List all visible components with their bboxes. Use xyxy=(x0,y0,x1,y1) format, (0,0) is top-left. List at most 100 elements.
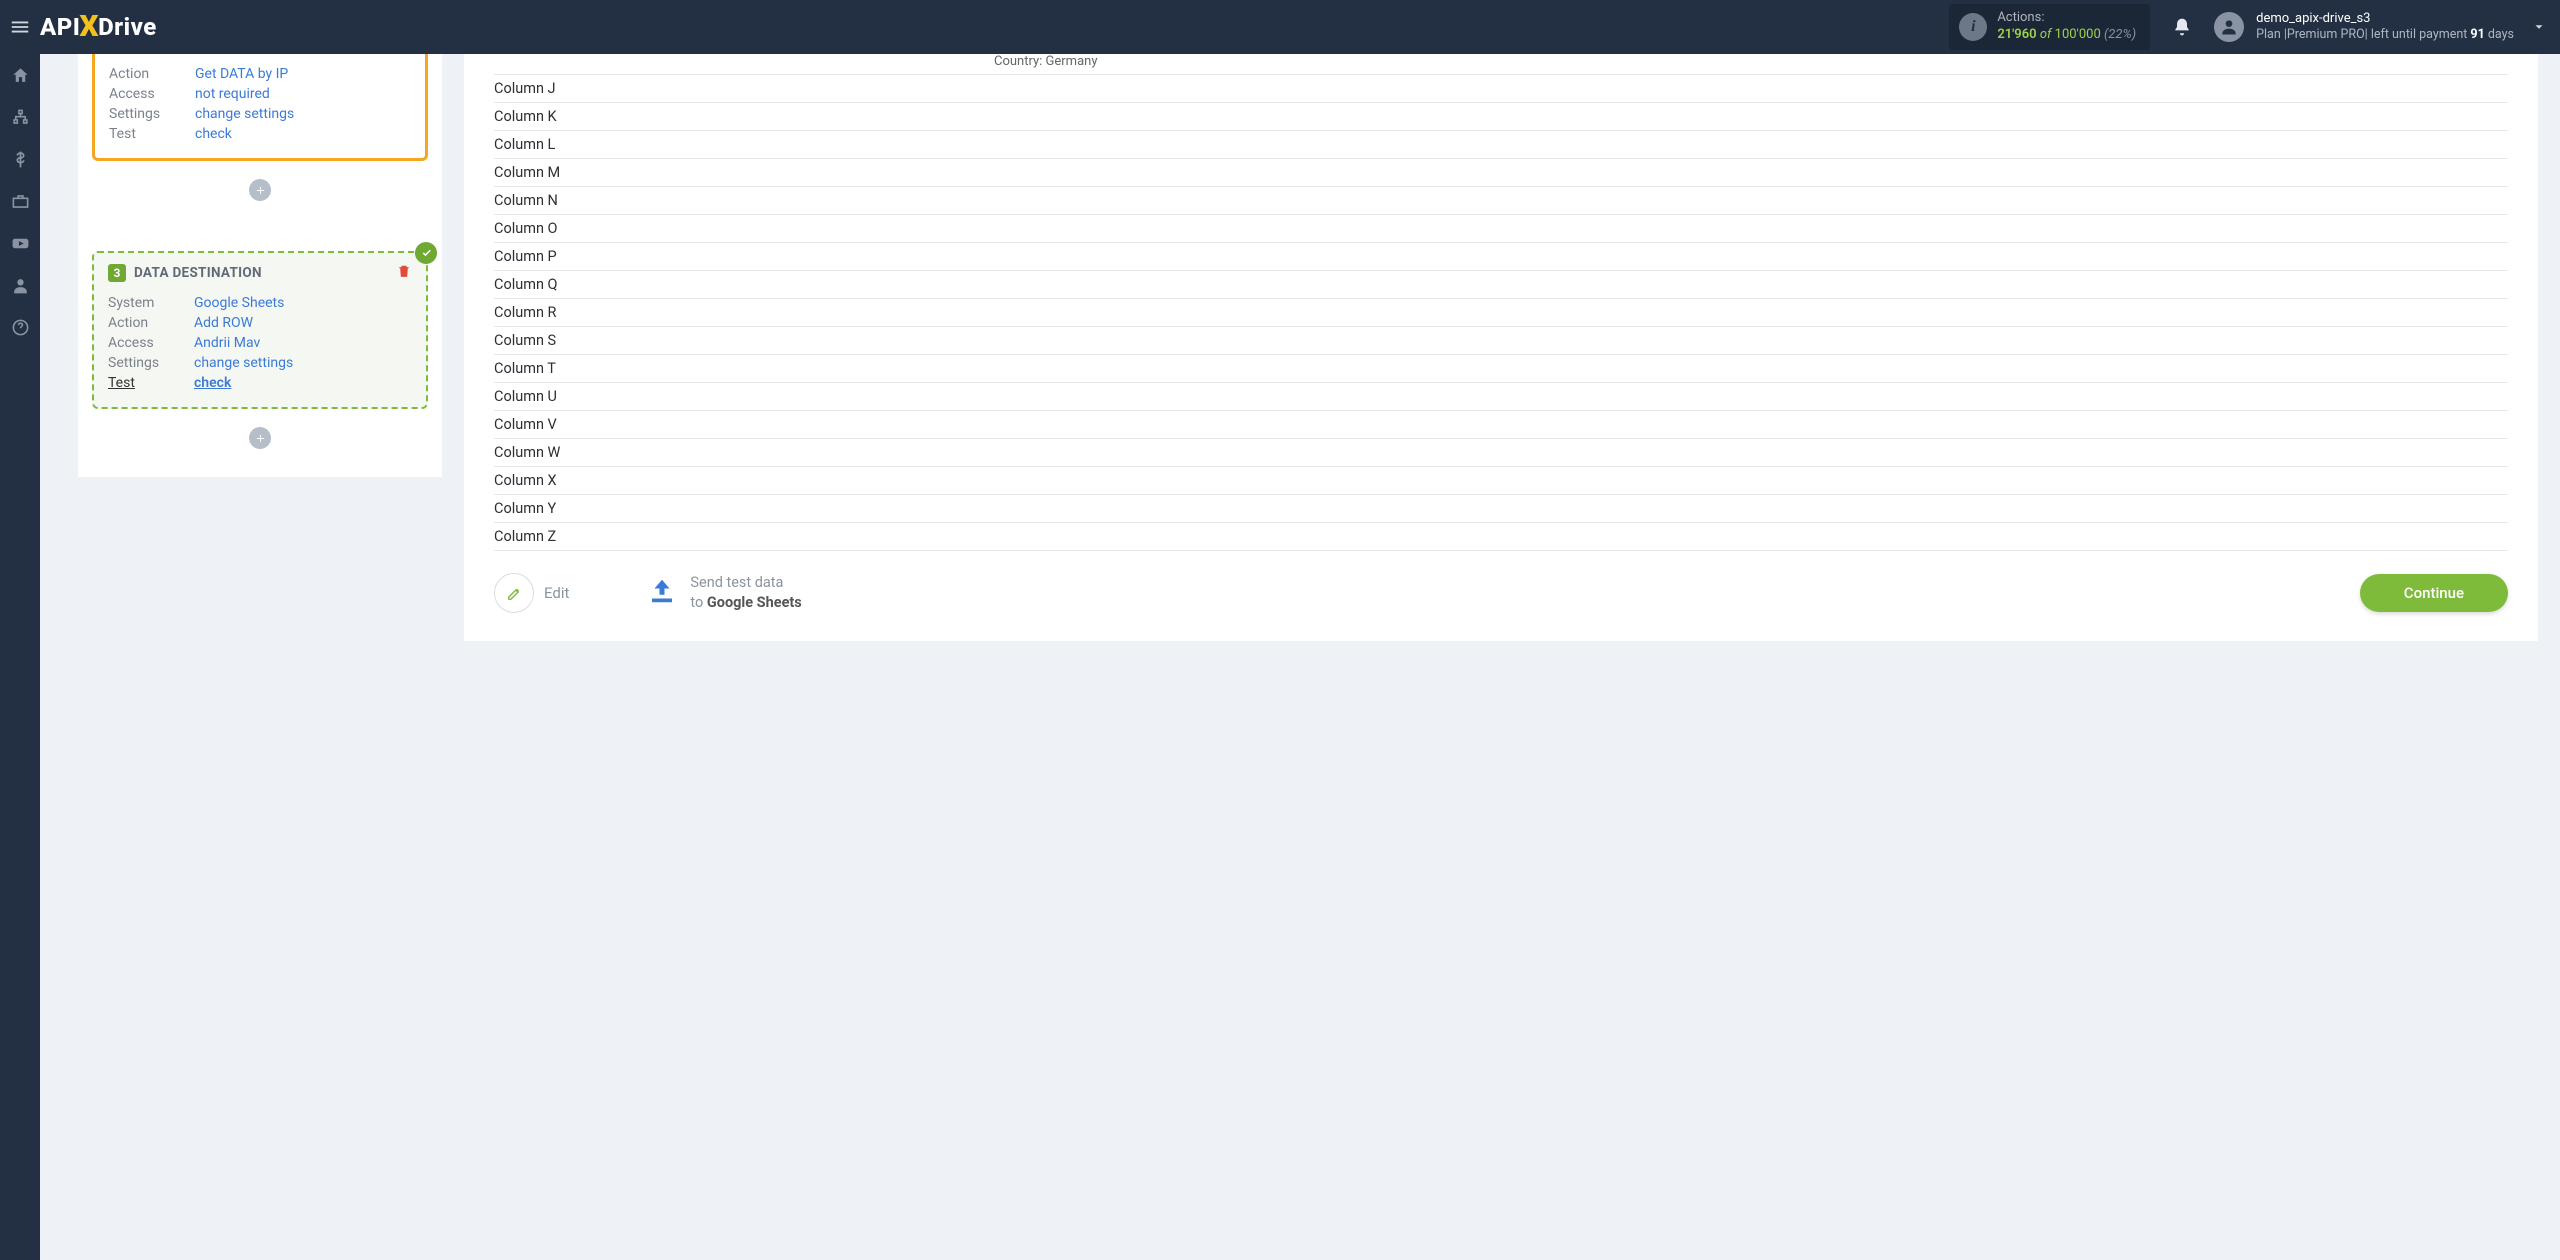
user-name: demo_apix-drive_s3 xyxy=(2256,10,2514,28)
user-plan: Plan |Premium PRO| left until payment 91… xyxy=(2256,27,2514,44)
column-label: Column V xyxy=(494,416,994,433)
table-row: Column J xyxy=(494,75,2508,103)
column-label: Column W xyxy=(494,444,994,461)
info-icon: i xyxy=(1959,13,1987,41)
help-icon xyxy=(11,318,30,337)
table-row: Column T xyxy=(494,355,2508,383)
actions-text: Actions: 21'960 of 100'000 (22%) xyxy=(1997,10,2136,44)
youtube-icon xyxy=(11,234,30,253)
plus-icon xyxy=(255,185,266,196)
column-label: Column L xyxy=(494,136,994,153)
hamburger-icon xyxy=(9,16,31,38)
notifications-icon[interactable] xyxy=(2172,17,2192,37)
table-row: Column Y xyxy=(494,495,2508,523)
table-row: Column S xyxy=(494,327,2508,355)
columns-table: Country: Germany Column J Column K Column … xyxy=(494,54,2508,551)
row-key: Test xyxy=(108,375,194,391)
column-label: Column Q xyxy=(494,276,994,293)
continue-button[interactable]: Continue xyxy=(2360,574,2508,612)
column-label: Column U xyxy=(494,388,994,405)
column-label: Column X xyxy=(494,472,994,489)
card-data-lookup: ActionGet DATA by IP Accessnot required … xyxy=(92,54,428,161)
row-link[interactable]: change settings xyxy=(194,355,293,371)
dollar-icon xyxy=(11,150,30,169)
plus-icon xyxy=(255,433,266,444)
table-row: Column L xyxy=(494,131,2508,159)
cell-value: Country: Germany xyxy=(994,54,1097,69)
edit-label: Edit xyxy=(544,584,569,602)
row-link[interactable]: not required xyxy=(195,86,270,102)
avatar-icon xyxy=(2214,12,2244,42)
table-row: Column N xyxy=(494,187,2508,215)
footer-actions: Edit Send test data to Google Sheets Con… xyxy=(494,573,2508,613)
table-row: Column P xyxy=(494,243,2508,271)
column-label: Column J xyxy=(494,80,994,97)
home-icon xyxy=(11,66,30,85)
delete-step-button[interactable] xyxy=(396,263,412,283)
step-number-badge: 3 xyxy=(108,264,126,282)
row-link[interactable]: check xyxy=(195,126,232,142)
table-row: Column V xyxy=(494,411,2508,439)
user-icon xyxy=(11,276,30,295)
rail-account[interactable] xyxy=(0,264,40,306)
logo-x-icon: X xyxy=(79,9,99,44)
logo-text-pre: API xyxy=(40,13,80,41)
edit-button[interactable]: Edit xyxy=(494,573,569,613)
chevron-down-icon[interactable] xyxy=(2532,20,2546,34)
column-label: Column K xyxy=(494,108,994,125)
row-link[interactable]: change settings xyxy=(195,106,294,122)
table-row: Column K xyxy=(494,103,2508,131)
row-link[interactable]: Andrii Mav xyxy=(194,335,260,351)
column-label: Column Z xyxy=(494,528,994,545)
table-row: Column W xyxy=(494,439,2508,467)
user-menu[interactable]: demo_apix-drive_s3 Plan |Premium PRO| le… xyxy=(2214,10,2532,44)
menu-toggle[interactable] xyxy=(0,16,40,38)
row-key: Settings xyxy=(108,355,194,371)
side-rail xyxy=(0,54,40,1260)
table-row: Column X xyxy=(494,467,2508,495)
row-link[interactable]: Google Sheets xyxy=(194,295,284,311)
rail-billing[interactable] xyxy=(0,138,40,180)
column-label: Column P xyxy=(494,248,994,265)
actions-used: 21'960 xyxy=(1997,27,2036,42)
row-key: Access xyxy=(108,335,194,351)
page-body: ActionGet DATA by IP Accessnot required … xyxy=(40,0,2560,641)
row-link[interactable]: Add ROW xyxy=(194,315,253,331)
column-label: Column M xyxy=(494,164,994,181)
app-logo[interactable]: API X Drive xyxy=(40,10,157,45)
briefcase-icon xyxy=(11,192,30,211)
row-link-active[interactable]: check xyxy=(194,375,231,391)
rail-help[interactable] xyxy=(0,306,40,348)
actions-label: Actions: xyxy=(1997,10,2136,27)
column-label: Column O xyxy=(494,220,994,237)
main-content: Country: Germany Column J Column K Column … xyxy=(464,54,2538,641)
send-test-button[interactable]: Send test data to Google Sheets xyxy=(647,573,801,612)
table-row: Column O xyxy=(494,215,2508,243)
upload-icon xyxy=(647,576,677,610)
rail-home[interactable] xyxy=(0,54,40,96)
logo-text-post: Drive xyxy=(98,13,157,41)
user-text: demo_apix-drive_s3 Plan |Premium PRO| le… xyxy=(2256,10,2514,44)
rail-projects[interactable] xyxy=(0,180,40,222)
actions-of: of xyxy=(2040,27,2052,42)
column-label: Column S xyxy=(494,332,994,349)
workflow-panel: ActionGet DATA by IP Accessnot required … xyxy=(78,54,442,477)
app-header: API X Drive i Actions: 21'960 of 100'000… xyxy=(0,0,2560,54)
row-key: Action xyxy=(109,66,195,82)
add-step-button[interactable] xyxy=(249,179,271,201)
row-link[interactable]: Get DATA by IP xyxy=(195,66,288,82)
add-step-button[interactable] xyxy=(249,427,271,449)
row-key: Settings xyxy=(109,106,195,122)
table-row: Column R xyxy=(494,299,2508,327)
rail-connections[interactable] xyxy=(0,96,40,138)
table-row: Country: Germany xyxy=(494,54,2508,75)
table-row: Column U xyxy=(494,383,2508,411)
column-label: Column N xyxy=(494,192,994,209)
actions-usage-box[interactable]: i Actions: 21'960 of 100'000 (22%) xyxy=(1949,4,2150,50)
card-data-destination[interactable]: 3 DATA DESTINATION SystemGoogle Sheets A… xyxy=(92,251,428,409)
row-key: Access xyxy=(109,86,195,102)
actions-total: 100'000 xyxy=(2055,27,2101,42)
status-check-icon xyxy=(415,242,437,264)
rail-video[interactable] xyxy=(0,222,40,264)
pencil-icon xyxy=(494,573,534,613)
